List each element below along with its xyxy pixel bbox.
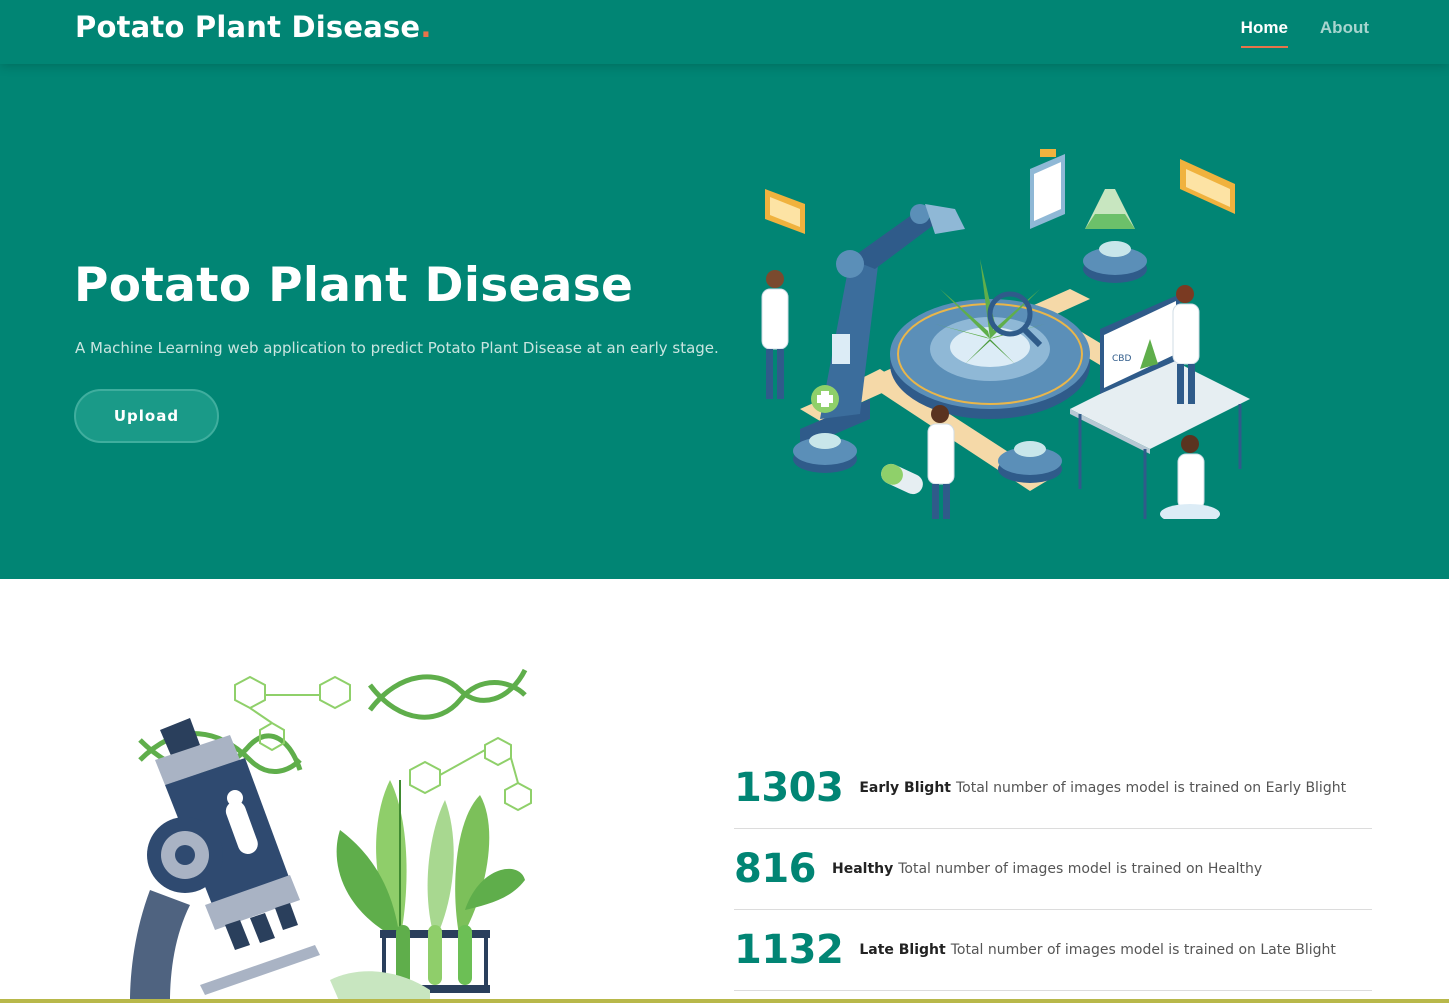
screen-label: CBD: [1112, 354, 1131, 364]
microscope-plant-illustration: [130, 668, 532, 1003]
brand-logo[interactable]: Potato Plant Disease.: [75, 10, 432, 44]
scientist-1: [761, 270, 789, 399]
nav-about-link[interactable]: About: [1320, 18, 1369, 48]
brand-dot: .: [420, 10, 432, 44]
flask-icon: [1085, 189, 1135, 229]
clipboard-icon: [1030, 149, 1065, 229]
stat-value: 1303: [734, 765, 844, 811]
top-navbar: Potato Plant Disease. Home About: [0, 0, 1449, 64]
plant-leaves: [336, 780, 525, 940]
pill-icon: [881, 463, 923, 495]
hero-title: Potato Plant Disease: [74, 258, 634, 313]
main-nav: Home About: [1240, 18, 1369, 48]
dna-strand-top: [368, 668, 528, 720]
stat-row-early-blight: 1303 Early Blight Total number of images…: [734, 748, 1372, 829]
stat-row-late-blight: 1132 Late Blight Total number of images …: [734, 910, 1372, 991]
chart-sign-icon: [1180, 159, 1235, 214]
stat-description: Total number of images model is trained …: [950, 942, 1336, 958]
bottom-border: [0, 999, 1449, 1003]
stat-label: Healthy: [832, 861, 894, 877]
stat-label: Late Blight: [859, 942, 946, 958]
stat-description: Total number of images model is trained …: [956, 780, 1347, 796]
medical-cross-icon: [811, 385, 839, 413]
nav-home-link[interactable]: Home: [1240, 18, 1288, 48]
brand-text: Potato Plant Disease: [75, 10, 421, 44]
hero-section: Potato Plant Disease A Machine Learning …: [0, 64, 1449, 579]
computer-desk: CBD: [1070, 294, 1250, 519]
chat-bubble-icon: [765, 189, 805, 234]
scientist-4: [1160, 435, 1220, 519]
upload-button[interactable]: Upload: [74, 389, 219, 443]
training-stats: 1303 Early Blight Total number of images…: [734, 748, 1372, 991]
stat-description: Total number of images model is trained …: [898, 861, 1263, 877]
stat-value: 816: [734, 846, 817, 892]
microscope: [130, 718, 320, 1003]
stat-row-healthy: 816 Healthy Total number of images model…: [734, 829, 1372, 910]
stat-value: 1132: [734, 927, 844, 973]
stat-label: Early Blight: [859, 780, 951, 796]
lab-research-illustration: CBD: [761, 149, 1250, 519]
hero-subtitle: A Machine Learning web application to pr…: [75, 339, 719, 357]
